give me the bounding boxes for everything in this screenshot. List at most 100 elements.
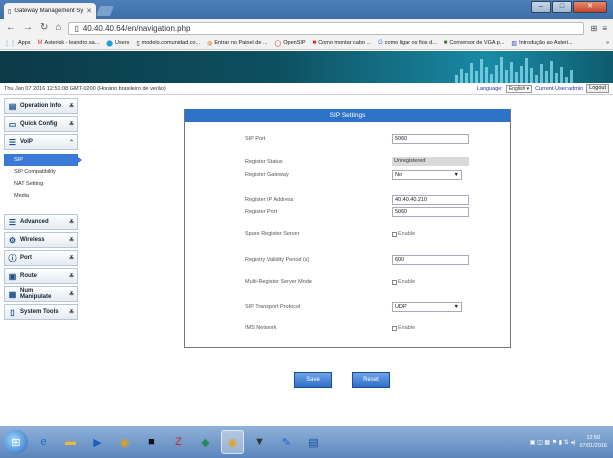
tab-title: Gateway Management Sy [14, 8, 84, 14]
row-register-ip: Register IP Address 40.40.40.210 [245, 195, 469, 205]
apps-icon: ⋮⋮ [4, 40, 16, 47]
maximize-button[interactable]: □ [552, 1, 572, 13]
dropdown-arrow-icon: ▼ [453, 172, 459, 178]
menu-advanced[interactable]: ☰ Advanced ≚ [4, 214, 78, 230]
translate-icon[interactable]: ⊞ [591, 24, 598, 33]
monitor-icon: ▭ [8, 119, 17, 129]
media-player-icon[interactable]: ▶ [86, 430, 109, 454]
validity-input[interactable]: 600 [392, 255, 469, 265]
window-close-button[interactable]: ✕ [573, 1, 607, 13]
tray-icons[interactable]: ▣ ◫ ▦ ⚑ ▮ ⇅ ◂) [530, 439, 576, 446]
bookmark-item[interactable]: ⋮⋮ Apps [4, 40, 31, 47]
field-label: Register Gateway [245, 172, 289, 178]
status-line: Thu Jan 07 2016 12:51:08 GMT-0200 (Horár… [0, 83, 613, 95]
field-label: SIP Transport Protocol [245, 304, 301, 310]
taskbar: ⊞ e ▬ ▶ ◉ ■ Z ◆ ◉ ▼ ✎ ▤ ▣ ◫ ▦ ⚑ ▮ ⇅ ◂) 1… [0, 426, 613, 458]
sip-port-input[interactable]: 5060 [392, 134, 469, 144]
chevron-down-icon: ≚ [68, 219, 74, 226]
ie-icon[interactable]: e [32, 430, 55, 454]
save-button[interactable]: Save [294, 372, 332, 388]
checkbox-box[interactable] [392, 325, 397, 331]
bookmark-item[interactable]: ◍ Entrar no Painel de ... [207, 40, 267, 47]
vga-icon: ■ [443, 40, 448, 46]
submenu-item-sip-compatibility[interactable]: SIP Compatibility [4, 166, 78, 178]
bookmark-item[interactable]: Gcomo ligar os fios d... [378, 40, 437, 46]
menu-icon[interactable]: ≡ [602, 24, 607, 33]
vpn-icon[interactable]: ▼ [248, 430, 271, 454]
chevron-down-icon: ≚ [68, 273, 74, 280]
menu-system-tools[interactable]: ▯ System Tools ≚ [4, 304, 78, 320]
submenu-item-nat-setting[interactable]: NAT Setting [4, 178, 78, 190]
register-port-input[interactable]: 5060 [392, 207, 469, 217]
page-icon: ▯ [74, 23, 79, 33]
chrome-icon[interactable]: ◉ [113, 430, 136, 454]
field-label: SIP Port [245, 136, 266, 142]
clock[interactable]: 12:50 07/01/2016 [579, 434, 607, 450]
checkbox-box[interactable] [392, 231, 397, 237]
paint-icon[interactable]: ✎ [275, 430, 298, 454]
register-ip-input[interactable]: 40.40.40.210 [392, 195, 469, 205]
ims-checkbox[interactable]: Enable [392, 325, 415, 331]
language-label: Language: [476, 85, 503, 92]
menu-voip[interactable]: ☰ VoIP ⌃ [4, 134, 78, 150]
bookmark-item[interactable]: ⬤ Users [106, 40, 129, 47]
chevron-down-icon: ≚ [68, 103, 74, 110]
bookmark-item[interactable]: ◯ OpenSIP [275, 40, 306, 47]
start-button[interactable]: ⊞ [4, 430, 28, 454]
bookmark-item[interactable]: ■ Como montar cabo ... [313, 40, 372, 46]
reset-button[interactable]: Reset [352, 372, 390, 388]
transport-select[interactable]: UDP ▼ [392, 302, 462, 312]
skype-icon: ⬤ [106, 40, 113, 47]
filezilla-icon[interactable]: Z [167, 430, 190, 454]
submenu-item-sip[interactable]: SIP [4, 154, 82, 166]
checkbox-box[interactable] [392, 279, 397, 285]
sip-settings-panel: SIP Settings SIP Port 5060 Register Stat… [184, 109, 511, 348]
bookmark-item[interactable]: M Asterisk - leandro.sa... [38, 40, 100, 46]
tab-close-icon[interactable]: ✕ [86, 7, 92, 15]
multi-server-checkbox[interactable]: Enable [392, 279, 415, 285]
row-multi-server: Multi-Register Server Mode Enable [245, 279, 415, 285]
spare-server-checkbox[interactable]: Enable [392, 231, 415, 237]
field-label: Register Status [245, 158, 283, 165]
bookmark-item[interactable]: ▥ Introdução ao Asteri... [511, 40, 572, 47]
forward-icon[interactable]: → [23, 23, 33, 33]
menu-wireless[interactable]: ⚙ Wireless ≚ [4, 232, 78, 248]
minimize-button[interactable]: – [531, 1, 551, 13]
gateway-banner [0, 51, 613, 83]
notes-icon[interactable]: ◆ [194, 430, 217, 454]
chevron-down-icon: ≚ [68, 237, 74, 244]
reload-icon[interactable]: ↻ [40, 23, 48, 33]
num-manipulate-icon: ▦ [8, 289, 17, 299]
menu-num-manipulate[interactable]: ▦ Num Manipulate ≚ [4, 286, 78, 302]
menu-port[interactable]: ⓘ Port ≚ [4, 250, 78, 266]
more-bookmarks-icon[interactable]: » [606, 40, 609, 46]
panel-title: SIP Settings [185, 109, 510, 122]
word-icon[interactable]: ▤ [302, 430, 325, 454]
menu-quick-config[interactable]: ▭ Quick Config ≚ [4, 116, 78, 132]
language-select[interactable]: English ▾ [505, 84, 533, 93]
chevron-down-icon: ≚ [68, 121, 74, 128]
url-input[interactable]: ▯ 40.40.40.64/en/navigation.php [68, 21, 584, 35]
wireless-icon: ⚙ [8, 235, 17, 245]
row-validity: Registry Validity Period (s) 600 [245, 255, 469, 265]
submenu-item-media[interactable]: Media [4, 190, 78, 202]
register-gateway-select[interactable]: No ▼ [392, 170, 462, 180]
logout-button[interactable]: Logout [586, 84, 609, 93]
bookmark-item[interactable]: ■ Conversor de VGA p... [444, 40, 505, 46]
bookmark-item[interactable]: ▯ modelo.comunidad.co... [136, 40, 200, 47]
back-icon[interactable]: ← [6, 23, 16, 33]
new-tab-button[interactable] [96, 6, 114, 16]
row-sip-port: SIP Port 5060 [245, 134, 469, 144]
folder-icon[interactable]: ▬ [59, 430, 82, 454]
home-icon[interactable]: ⌂ [55, 23, 61, 33]
menu-route[interactable]: ▣ Route ≚ [4, 268, 78, 284]
menu-operation-info[interactable]: ▤ Operation Info ≚ [4, 98, 78, 114]
chrome-active-icon[interactable]: ◉ [221, 430, 244, 454]
datetime-text: Thu Jan 07 2016 12:51:08 GMT-0200 (Horár… [4, 85, 166, 92]
current-user-label: Current User:admin [535, 85, 584, 92]
system-tray: ▣ ◫ ▦ ⚑ ▮ ⇅ ◂) 12:50 07/01/2016 [530, 434, 613, 450]
terminal-icon[interactable]: ■ [140, 430, 163, 454]
voip-icon: ☰ [8, 137, 17, 147]
browser-tab[interactable]: ▯ Gateway Management Sy ✕ [4, 3, 96, 19]
advanced-icon: ☰ [8, 217, 17, 227]
